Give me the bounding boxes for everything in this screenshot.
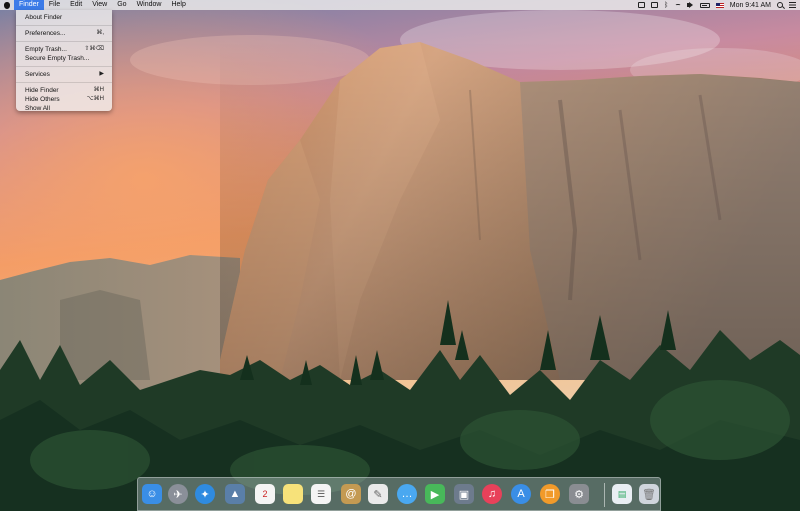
finder-menu-dropdown: About Finder Preferences... ⌘, Empty Tra…: [16, 10, 112, 113]
launchpad-icon[interactable]: ✈: [168, 484, 188, 504]
preview-icon[interactable]: ✎: [368, 484, 388, 504]
calendar-icon[interactable]: 2: [255, 484, 275, 504]
menu-separator: [16, 41, 112, 42]
menu-item-secure-empty-trash[interactable]: Secure Empty Trash...: [16, 54, 112, 63]
menu-go[interactable]: Go: [112, 0, 131, 10]
reminders-icon[interactable]: ☰: [311, 484, 331, 504]
facetime-icon[interactable]: ▶: [425, 484, 445, 504]
app-store-icon[interactable]: A: [511, 484, 531, 504]
menu-item-show-all[interactable]: Show All: [16, 104, 112, 113]
volume-icon[interactable]: [686, 2, 694, 8]
search-icon[interactable]: [777, 2, 783, 8]
photo-booth-icon[interactable]: ▣: [454, 484, 474, 504]
menu-separator: [16, 82, 112, 83]
list-icon[interactable]: [789, 2, 796, 8]
dock-separator: [604, 483, 605, 507]
wifi-icon[interactable]: [674, 3, 681, 7]
calendar-date: 2: [262, 489, 268, 499]
menu-item-preferences[interactable]: Preferences... ⌘,: [16, 29, 112, 38]
documents-icon[interactable]: ▤: [612, 484, 632, 504]
desktop-wallpaper: [0, 0, 800, 511]
ibooks-icon[interactable]: ❐: [540, 484, 560, 504]
menu-item-empty-trash[interactable]: Empty Trash... ⇧⌘⌫: [16, 45, 112, 54]
trash-icon[interactable]: 🗑: [639, 484, 659, 504]
menu-window[interactable]: Window: [132, 0, 167, 10]
contacts-icon[interactable]: @: [341, 484, 361, 504]
menu-view[interactable]: View: [87, 0, 112, 10]
messages-icon[interactable]: …: [397, 484, 417, 504]
screen-icon[interactable]: [650, 2, 658, 8]
menu-bar: Finder File Edit View Go Window Help ᛒ M…: [0, 0, 800, 10]
bluetooth-icon[interactable]: ᛒ: [664, 2, 669, 9]
menu-item-services[interactable]: Services ▶: [16, 70, 112, 79]
notes-icon[interactable]: [283, 484, 303, 504]
menu-item-hide-others[interactable]: Hide Others ⌥⌘H: [16, 95, 112, 104]
system-preferences-icon[interactable]: ⚙: [569, 484, 589, 504]
menu-file[interactable]: File: [44, 0, 65, 10]
notification-icon[interactable]: [637, 2, 645, 8]
safari-icon[interactable]: ✦: [195, 484, 215, 504]
menu-finder[interactable]: Finder: [14, 0, 44, 10]
menu-item-hide-finder[interactable]: Hide Finder ⌘H: [16, 86, 112, 95]
menu-help[interactable]: Help: [166, 0, 190, 10]
battery-icon[interactable]: [699, 2, 710, 8]
menu-separator: [16, 66, 112, 67]
menubar-clock[interactable]: Mon 9:41 AM: [730, 2, 771, 9]
menu-separator: [16, 25, 112, 26]
dock: ☺ ✈ ✦ ▲ 2 ☰ @ ✎ … ▶ ▣ ♫ A ❐ ⚙ ▤ 🗑: [137, 477, 661, 511]
finder-icon[interactable]: ☺: [142, 484, 162, 504]
menu-item-about-finder[interactable]: About Finder: [16, 13, 112, 22]
photo-icon[interactable]: ▲: [225, 484, 245, 504]
apple-logo-icon[interactable]: [0, 0, 14, 10]
itunes-icon[interactable]: ♫: [482, 484, 502, 504]
menu-edit[interactable]: Edit: [65, 0, 87, 10]
flag-icon[interactable]: [715, 2, 724, 8]
